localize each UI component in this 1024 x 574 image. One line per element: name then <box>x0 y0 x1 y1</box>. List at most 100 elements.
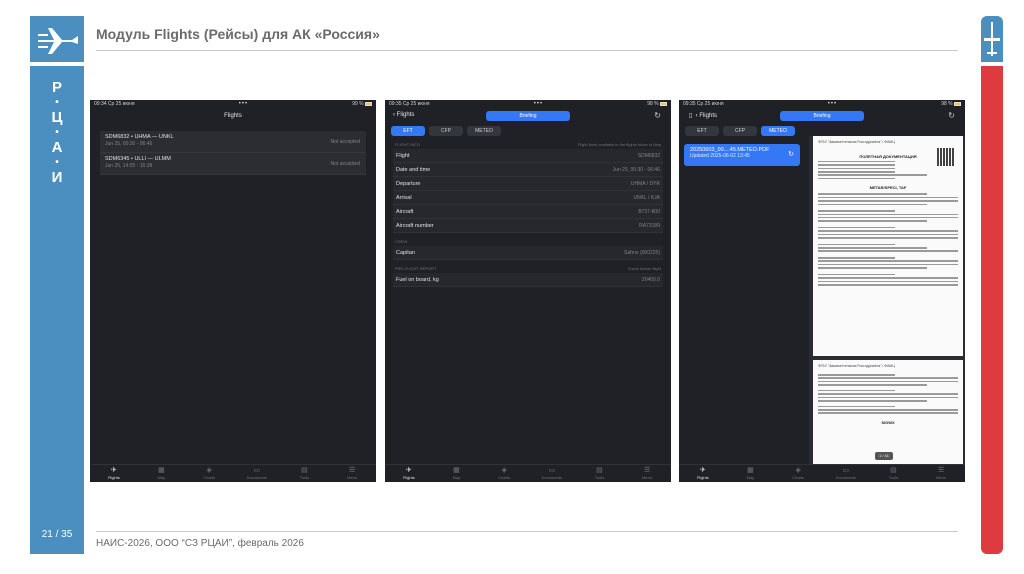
flight-item[interactable]: SDM6345 • ULLI — ULMM Jun 25, 14:55 - 16… <box>100 153 366 175</box>
sidebar-toggle-icon[interactable]: ▯ <box>689 113 692 119</box>
chart-icon: ◈ <box>206 467 212 474</box>
flight-status: Not accepted <box>330 139 360 145</box>
tab-map[interactable]: ▦ Map <box>436 467 476 480</box>
letter-dot: • <box>55 157 59 168</box>
folder-icon: ▭ <box>253 467 261 474</box>
menu-icon: ☰ <box>348 467 356 474</box>
info-row: Aircraft number RA73189 <box>393 219 663 233</box>
tools-icon: ▤ <box>890 467 897 474</box>
refresh-icon[interactable]: ↻ <box>948 111 955 120</box>
plane-icon: ✈ <box>405 467 412 474</box>
flight-status: Not accepted <box>330 161 360 167</box>
screen-flights-list: 09:34 Ср 25 июня ••• 99 % Flights SDM683… <box>90 100 376 482</box>
section-header: PRE-FLIGHT REPORT Check before flight <box>395 266 661 271</box>
tools-icon: ▤ <box>301 467 308 474</box>
tab-meteo[interactable]: METEO <box>467 126 501 136</box>
menu-icon: ☰ <box>937 467 945 474</box>
status-bar: 09:35 Ср 25 июня ••• 98 % <box>385 100 671 108</box>
tab-bar: ✈ Flights ▦ Map ◈ Charts ▭ Documents ▤ Tools … <box>90 464 376 482</box>
letter-i: И <box>51 169 63 186</box>
navbar: ▯ ‹ Flights Briefing ↻ <box>679 108 965 124</box>
footer-text: НАИС-2026, ООО “СЗ РЦАИ”, февраль 2026 <box>96 538 304 549</box>
tab-eft[interactable]: EFT <box>391 126 425 136</box>
flight-item[interactable]: SDM6832 • UHMA — UNKL Jun 25, 00:30 - 06… <box>100 131 366 153</box>
tab-flights[interactable]: ✈ Flights <box>683 467 723 480</box>
meteo-file-card[interactable]: 20250603_00....45.METEO.PDF Updated 2025… <box>684 144 800 166</box>
nav-title: Flights <box>224 113 242 119</box>
status-dots: ••• <box>533 101 544 107</box>
folder-icon: ▭ <box>548 467 556 474</box>
navbar: ‹ Flights Briefing ↻ <box>385 108 671 124</box>
doc-header: ФГБУ "Авиаметтелеком Росгидромета" / ФАМ… <box>818 364 895 368</box>
briefing-tab[interactable]: Briefing <box>780 111 864 121</box>
crew-row: Capitan Sahno (060225) <box>393 246 663 260</box>
pdf-viewer[interactable]: ФГБУ "Авиаметтелеком Росгидромета" / ФАМ… <box>809 136 965 464</box>
doc-section-title: METAR/SPECI, TAF <box>869 185 907 191</box>
doc-header: ФГБУ "Авиаметтелеком Росгидромета" / ФАМ… <box>818 140 895 144</box>
flight-list: SDM6832 • UHMA — UNKL Jun 25, 00:30 - 06… <box>100 131 366 175</box>
tab-eft[interactable]: EFT <box>685 126 719 136</box>
slide: Р • Ц • А • И 21 / 35 Модуль Flights (Ре… <box>0 0 1024 574</box>
briefing-tab[interactable]: Briefing <box>486 111 570 121</box>
preflight-row[interactable]: Fuel on board, kg 20400.0 <box>393 273 663 287</box>
tab-cfp[interactable]: CFP <box>429 126 463 136</box>
tab-charts[interactable]: ◈ Charts <box>778 467 818 480</box>
info-row: Arrival UNKL / KJA <box>393 191 663 205</box>
status-bar: 09:34 Ср 25 июня ••• 99 % <box>90 100 376 108</box>
status-time: 09:34 Ср 25 июня <box>94 101 135 107</box>
tab-documents[interactable]: ▭ Documents <box>532 467 572 480</box>
airplane-vertical-icon <box>984 22 1000 56</box>
status-battery: 98 % <box>941 101 961 107</box>
tab-meteo[interactable]: METEO <box>761 126 795 136</box>
tab-tools[interactable]: ▤ Tools <box>873 467 913 480</box>
tab-flights[interactable]: ✈ Flights <box>94 467 134 480</box>
back-button[interactable]: ▯ ‹ Flights <box>689 112 717 119</box>
tab-menu[interactable]: ☰ Menu <box>627 467 667 480</box>
pdf-page: ФГБУ "Авиаметтелеком Росгидромета" / ФАМ… <box>813 136 963 356</box>
qr-code-icon <box>937 148 955 166</box>
page-indicator: 1 / 41 <box>875 452 893 460</box>
tab-map[interactable]: ▦ Map <box>730 467 770 480</box>
tab-charts[interactable]: ◈ Charts <box>484 467 524 480</box>
doc-text-block <box>813 193 963 286</box>
screen-meteo-document: 09:35 Ср 25 июня ••• 98 % ▯ ‹ Flights Br… <box>679 100 965 482</box>
status-dots: ••• <box>238 101 249 107</box>
tab-menu[interactable]: ☰ Menu <box>921 467 961 480</box>
screen-flight-briefing: 09:35 Ср 25 июня ••• 98 % ‹ Flights Brie… <box>385 100 671 482</box>
status-dots: ••• <box>827 101 838 107</box>
tab-menu[interactable]: ☰ Menu <box>332 467 372 480</box>
tab-tools[interactable]: ▤ Tools <box>579 467 619 480</box>
tab-charts[interactable]: ◈ Charts <box>189 467 229 480</box>
tab-map[interactable]: ▦ Map <box>141 467 181 480</box>
map-icon: ▦ <box>158 467 165 474</box>
tab-documents[interactable]: ▭ Documents <box>237 467 277 480</box>
tab-documents[interactable]: ▭ Documents <box>826 467 866 480</box>
title-divider <box>96 50 958 51</box>
segmented-control: EFT CFP METEO <box>385 124 671 140</box>
chart-icon: ◈ <box>501 467 507 474</box>
right-logo-block <box>981 16 1003 62</box>
info-row: Flight SDM6832 <box>393 149 663 163</box>
slide-title: Модуль Flights (Рейсы) для АК «Россия» <box>96 26 380 42</box>
status-time: 09:35 Ср 25 июня <box>683 101 724 107</box>
refresh-icon[interactable]: ↻ <box>654 111 661 120</box>
tab-flights[interactable]: ✈ Flights <box>389 467 429 480</box>
file-updated: Updated 2025-06-02 13:45 <box>690 153 750 159</box>
letter-dot: • <box>55 127 59 138</box>
status-time: 09:35 Ср 25 июня <box>389 101 430 107</box>
flight-time: Jun 25, 00:30 - 06:46 <box>105 141 153 147</box>
refresh-icon[interactable]: ↻ <box>788 150 794 158</box>
info-row: Aircraft B737-800 <box>393 205 663 219</box>
tab-bar: ✈ Flights ▦ Map ◈ Charts ▭ Documents ▤ Tools … <box>679 464 965 482</box>
plane-icon: ✈ <box>110 467 117 474</box>
flight-title: SDM6345 • ULLI — ULMM <box>105 156 171 162</box>
tab-cfp[interactable]: CFP <box>723 126 757 136</box>
logo-block <box>30 16 84 62</box>
section-header: FLIGHT INFO Flight book available in the … <box>395 142 661 147</box>
page-number: 21 / 35 <box>41 529 73 540</box>
tab-tools[interactable]: ▤ Tools <box>284 467 324 480</box>
folder-icon: ▭ <box>842 467 850 474</box>
back-button[interactable]: ‹ Flights <box>393 112 414 118</box>
battery-icon <box>659 101 667 106</box>
map-icon: ▦ <box>453 467 460 474</box>
